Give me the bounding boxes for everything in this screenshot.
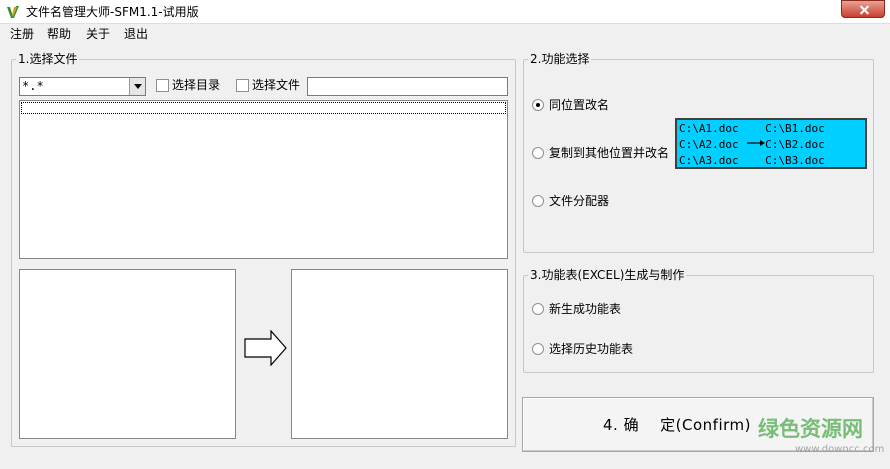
file-list-focus-row[interactable] xyxy=(21,102,506,114)
example-line: C:\A3.doc C:\B3.doc xyxy=(679,154,825,167)
group-select-files-title: 1.选择文件 xyxy=(16,52,80,66)
menu-about[interactable]: 关于 xyxy=(86,27,110,41)
menu-exit[interactable]: 退出 xyxy=(124,27,148,41)
radio-file-distributor-label: 文件分配器 xyxy=(549,194,610,208)
example-arrow-icon xyxy=(747,140,765,146)
confirm-button-label: 4. 确 定(Confirm) xyxy=(603,416,751,434)
window-title: 文件名管理大师-SFM1.1-试用版 xyxy=(26,5,199,19)
select-file-label: 选择文件 xyxy=(252,78,301,92)
menu-bar: 注册 帮助 关于 退出 xyxy=(0,24,890,44)
group-function-table: 3.功能表(EXCEL)生成与制作 xyxy=(523,268,874,373)
watermark-text: 绿色资源网 xyxy=(758,417,863,441)
title-bar: 文件名管理大师-SFM1.1-试用版 xyxy=(0,0,890,24)
radio-copy-and-rename-label: 复制到其他位置并改名 xyxy=(549,146,670,160)
watermark-url: www.downcc.com xyxy=(795,444,885,455)
file-list[interactable] xyxy=(19,100,508,259)
path-input[interactable] xyxy=(307,77,508,96)
radio-copy-and-rename[interactable] xyxy=(532,147,544,159)
group-function-table-title: 3.功能表(EXCEL)生成与制作 xyxy=(528,268,687,282)
menu-help[interactable]: 帮助 xyxy=(47,27,71,41)
group-function-select-title: 2.功能选择 xyxy=(528,52,592,66)
rename-example-box: C:\A1.doc C:\B1.doc C:\A2.doc C:\B2.doc … xyxy=(675,118,867,169)
file-filter-select[interactable]: *.* xyxy=(19,77,146,96)
radio-history-function-table-label: 选择历史功能表 xyxy=(549,342,634,356)
app-logo-icon xyxy=(7,6,19,18)
radio-history-function-table[interactable] xyxy=(532,343,544,355)
app-window: 文件名管理大师-SFM1.1-试用版 注册 帮助 关于 退出 1.选择文件 *.… xyxy=(0,0,890,469)
radio-rename-in-place-label: 同位置改名 xyxy=(549,98,610,112)
file-filter-value: *.* xyxy=(22,79,44,93)
radio-rename-in-place[interactable] xyxy=(532,99,544,111)
select-directory-label: 选择目录 xyxy=(172,78,221,92)
select-file-checkbox[interactable] xyxy=(236,79,249,92)
menu-register[interactable]: 注册 xyxy=(10,27,34,41)
close-button[interactable] xyxy=(841,0,885,18)
source-names-panel[interactable] xyxy=(19,269,236,439)
chevron-down-icon[interactable] xyxy=(129,78,145,95)
target-names-panel[interactable] xyxy=(291,269,508,439)
example-line: C:\A1.doc C:\B1.doc xyxy=(679,122,825,135)
arrow-right-icon xyxy=(244,330,287,366)
radio-new-function-table[interactable] xyxy=(532,303,544,315)
radio-new-function-table-label: 新生成功能表 xyxy=(549,302,622,316)
select-directory-checkbox[interactable] xyxy=(156,79,169,92)
radio-file-distributor[interactable] xyxy=(532,195,544,207)
